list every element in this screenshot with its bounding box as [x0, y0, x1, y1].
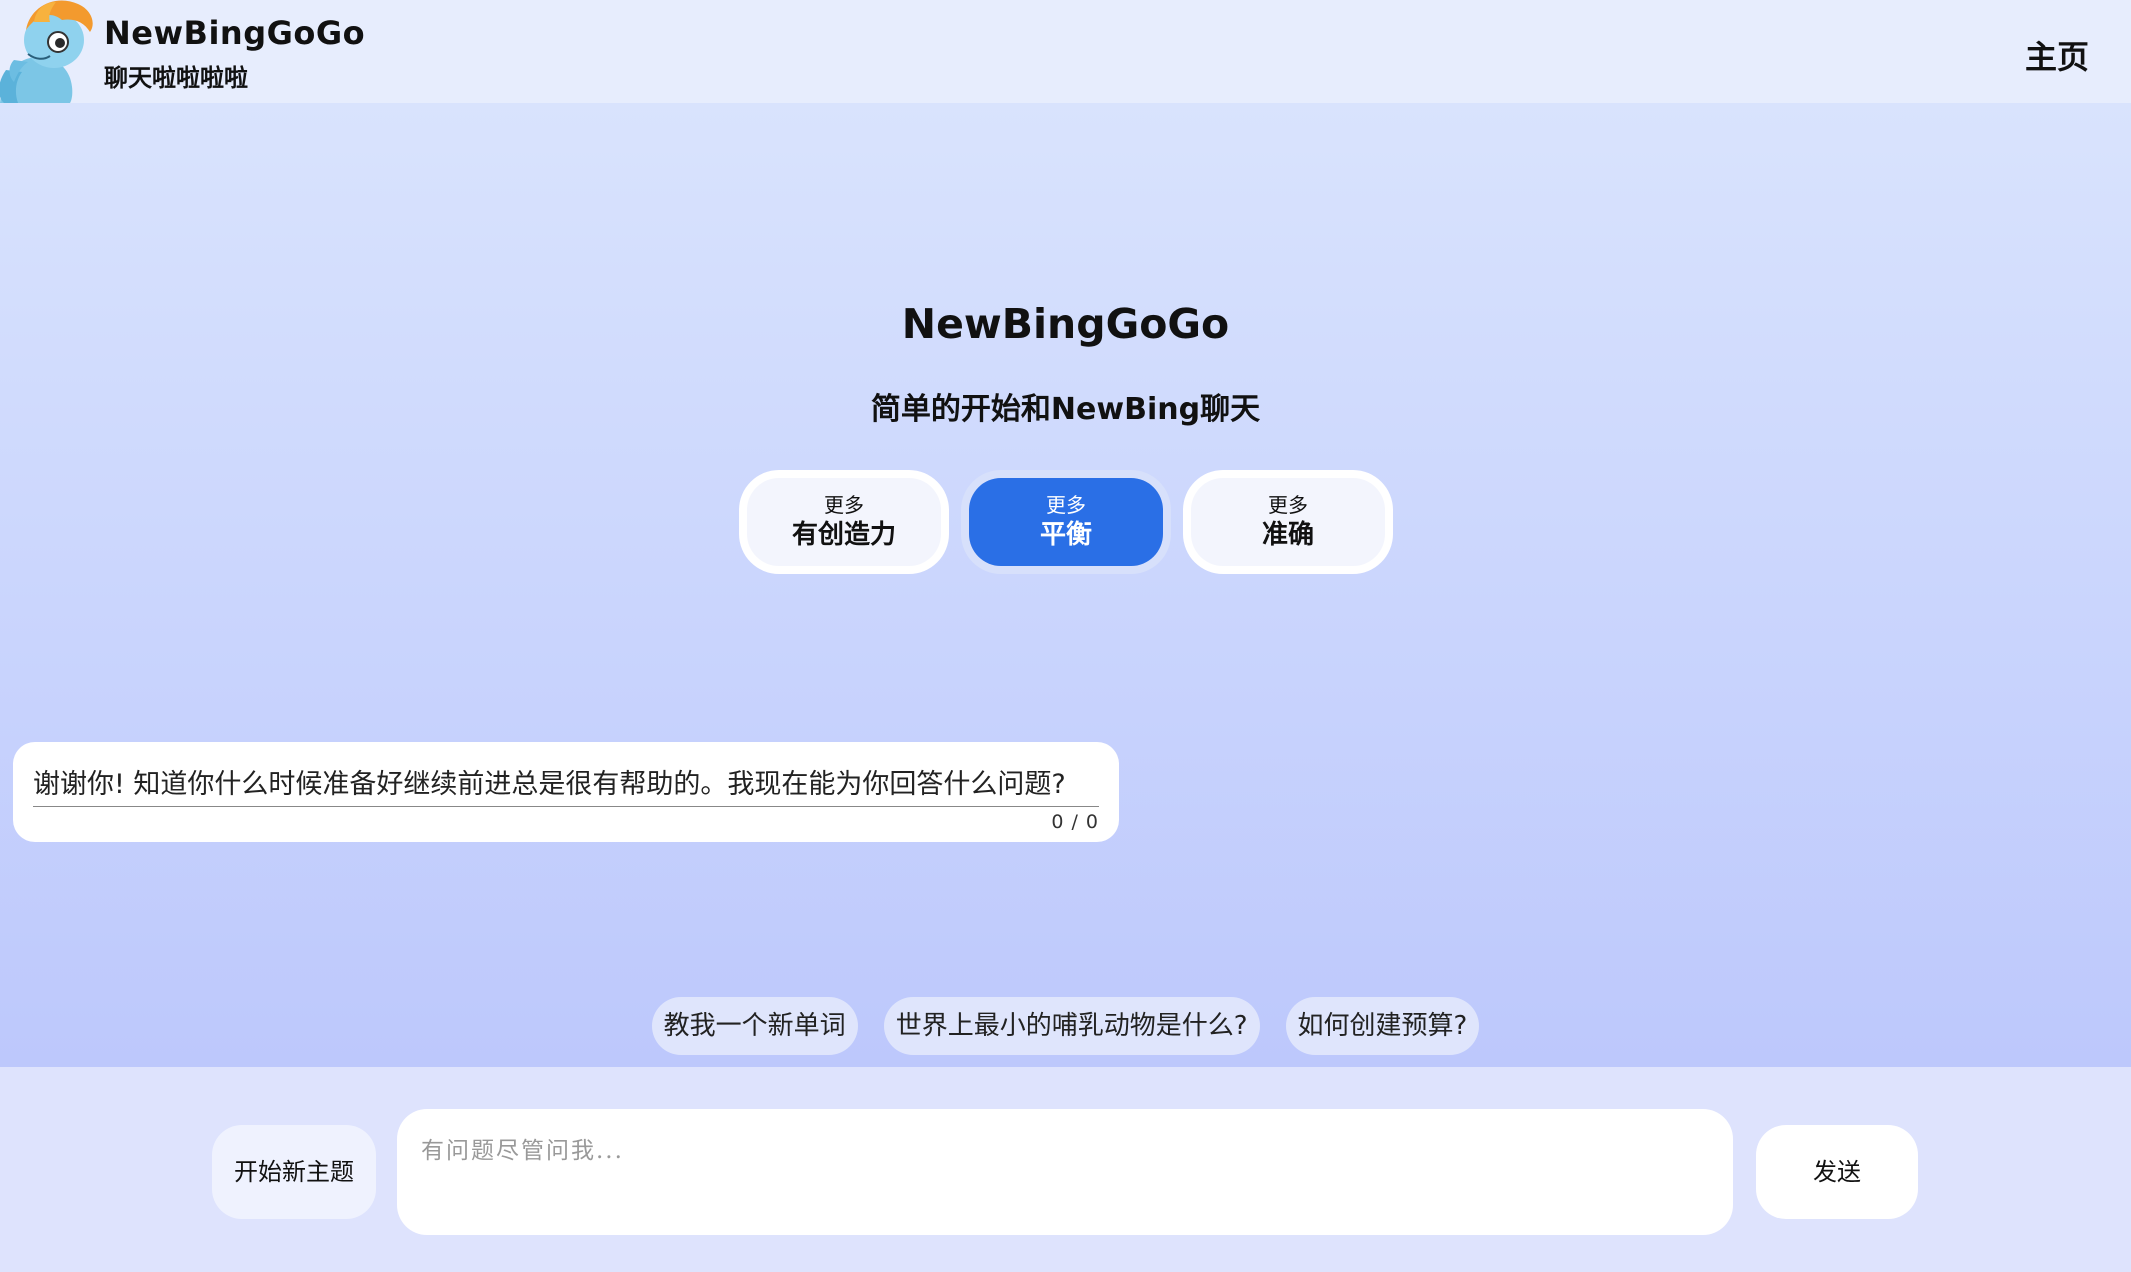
hero-title: NewBingGoGo [901, 300, 1230, 348]
bot-message-text: 谢谢你! 知道你什么时候准备好继续前进总是很有帮助的。我现在能为你回答什么问题? [33, 764, 1099, 807]
tone-more-label: 更多 [824, 493, 864, 517]
new-topic-button[interactable]: 开始新主题 [212, 1125, 376, 1219]
suggestion-list: 教我一个新单词 世界上最小的哺乳动物是什么? 如何创建预算? [0, 997, 2131, 1055]
message-count: 0 / 0 [1051, 811, 1099, 833]
tone-more-label: 更多 [1268, 493, 1308, 517]
bot-message-bubble: 谢谢你! 知道你什么时候准备好继续前进总是很有帮助的。我现在能为你回答什么问题?… [13, 742, 1119, 842]
tone-label: 有创造力 [791, 520, 896, 550]
suggestion-chip[interactable]: 教我一个新单词 [651, 997, 858, 1055]
tone-balanced-button[interactable]: 更多 平衡 [961, 470, 1171, 574]
tone-label: 平衡 [1039, 520, 1092, 550]
pony-logo [0, 0, 96, 103]
tone-label: 准确 [1261, 520, 1314, 550]
tone-creative-button[interactable]: 更多 有创造力 [739, 470, 949, 574]
conversation-style-selector: 更多 有创造力 更多 平衡 更多 准确 [739, 470, 1393, 574]
app-title: NewBingGoGo [104, 14, 366, 52]
tone-precise-button[interactable]: 更多 准确 [1183, 470, 1393, 574]
top-header: NewBingGoGo 聊天啦啦啦啦 主页 [0, 0, 2131, 103]
send-button[interactable]: 发送 [1756, 1125, 1918, 1219]
tone-more-label: 更多 [1046, 493, 1086, 517]
home-link[interactable]: 主页 [2025, 32, 2089, 78]
suggestion-chip[interactable]: 如何创建预算? [1285, 997, 1480, 1055]
chat-input[interactable] [397, 1109, 1733, 1235]
hero-subtitle: 简单的开始和NewBing聊天 [870, 392, 1261, 427]
composer-bar: 开始新主题 发送 [0, 1067, 2131, 1272]
app-subtitle: 聊天啦啦啦啦 [104, 64, 248, 92]
suggestion-chip[interactable]: 世界上最小的哺乳动物是什么? [883, 997, 1260, 1055]
